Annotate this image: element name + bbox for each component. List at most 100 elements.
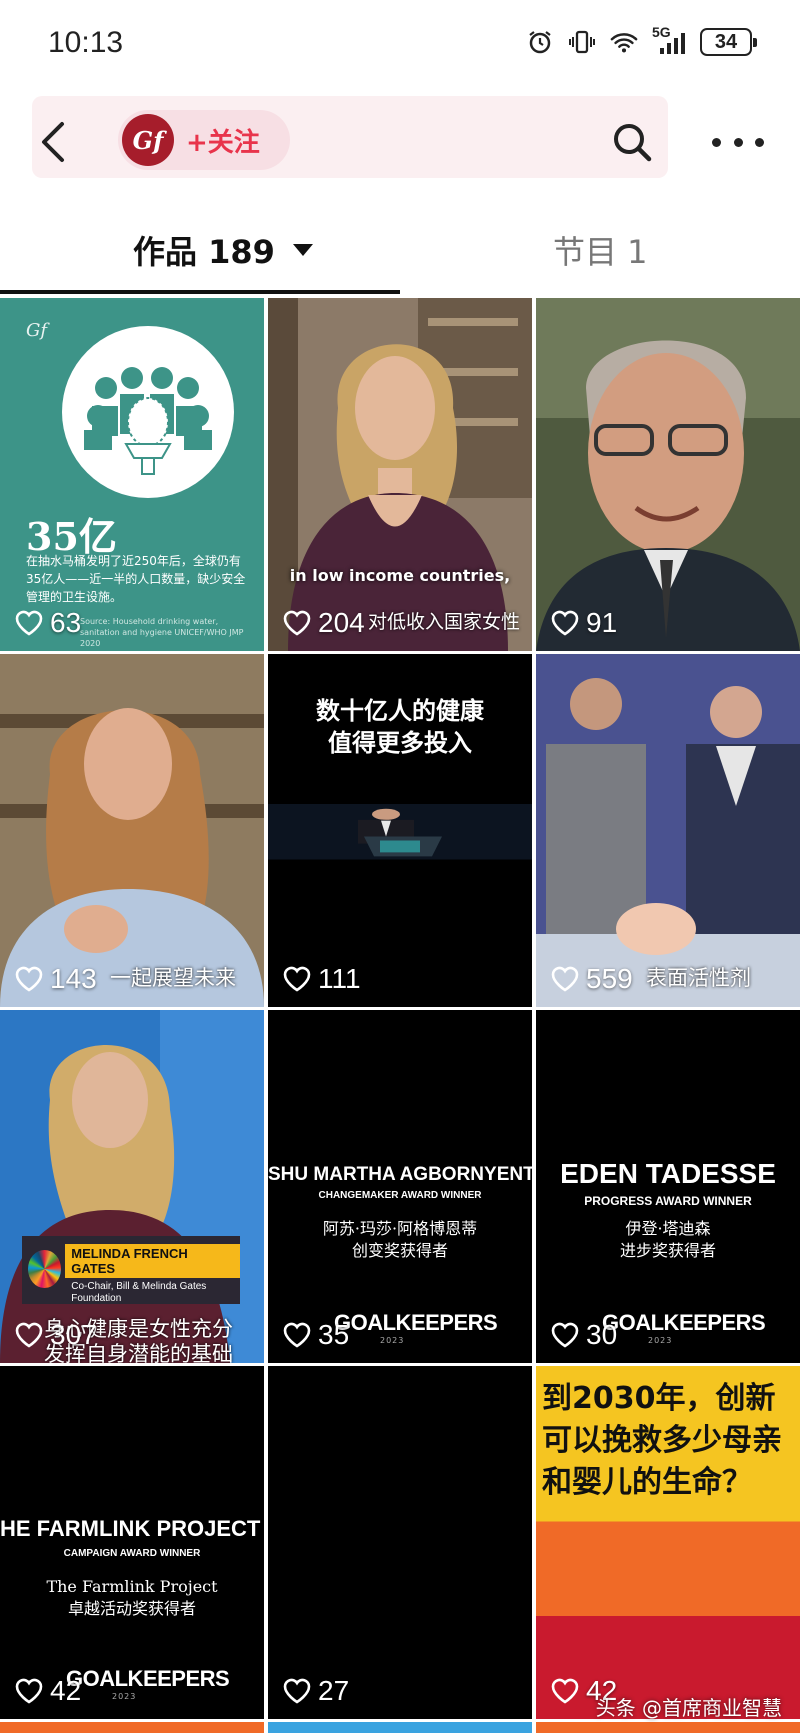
name-card: MELINDA FRENCH GATES Co-Chair, Bill & Me… xyxy=(22,1236,240,1304)
video-thumbnail xyxy=(268,298,532,651)
status-bar: 10:13 5G 34 xyxy=(0,0,800,90)
video-headline: 到2030年，创新 可以挽救多少母亲 和婴儿的生命？ xyxy=(536,1378,800,1504)
video-tile[interactable]: 到2030年，创新 可以挽救多少母亲 和婴儿的生命？ 42 xyxy=(536,1366,800,1719)
like-count: 111 xyxy=(282,963,361,995)
goalkeepers-logo: GOALKEEPERS xyxy=(66,1666,230,1691)
heart-icon xyxy=(15,610,43,636)
heart-icon xyxy=(283,1678,311,1704)
like-count: 559 xyxy=(550,963,633,995)
goalkeepers-year: 2023 xyxy=(380,1336,405,1345)
video-tile[interactable]: MELINDA FRENCH GATES Co-Chair, Bill & Me… xyxy=(0,1010,264,1363)
heart-icon xyxy=(551,610,579,636)
back-arrow-icon xyxy=(42,122,64,162)
heart-icon xyxy=(15,966,43,992)
alarm-icon xyxy=(526,28,554,56)
like-count: 63 xyxy=(14,607,81,639)
more-icon-dot xyxy=(733,137,743,147)
award-name-cn: The Farmlink Project xyxy=(46,1577,218,1596)
award-title-cn: 进步奖获得者 xyxy=(619,1241,716,1260)
tab-programs-label: 节目 1 xyxy=(553,233,648,271)
like-count: 30 xyxy=(550,1319,617,1351)
video-thumbnail xyxy=(268,804,532,860)
wifi-icon xyxy=(610,28,638,56)
more-button[interactable] xyxy=(712,120,764,164)
award-winner-name: SHU MARTHA AGBORNYENT xyxy=(268,1164,532,1185)
video-headline-line1: 到2030年，创新 xyxy=(542,1381,776,1416)
avatar[interactable]: Gf xyxy=(122,114,174,166)
battery-icon: 34 xyxy=(700,28,757,56)
caret-down-icon xyxy=(292,244,313,256)
partial-tile xyxy=(536,1722,800,1733)
award-winner-name: HE FARMLINK PROJECT xyxy=(0,1516,261,1541)
like-count: 35 xyxy=(282,1319,349,1351)
video-headline-line3: 和婴儿的生命？ xyxy=(542,1465,752,1500)
award-title-cn: 卓越活动奖获得者 xyxy=(67,1599,196,1618)
toilet-illustration xyxy=(62,326,234,498)
content-tabs: 作品 189 节目 1 xyxy=(0,215,800,295)
video-thumbnail xyxy=(0,1010,264,1363)
video-tile[interactable]: 表面活性剂 559 xyxy=(536,654,800,1007)
like-count-value: 35 xyxy=(318,1319,350,1350)
video-tile[interactable]: EDEN TADESSE PROGRESS AWARD WINNER 伊登·塔迪… xyxy=(536,1010,800,1363)
video-thumbnail xyxy=(536,654,800,1007)
back-button[interactable] xyxy=(34,118,74,166)
award-winner-name: EDEN TADESSE xyxy=(560,1158,776,1189)
video-thumbnail xyxy=(0,654,264,1007)
video-tile[interactable]: 27 xyxy=(268,1366,532,1719)
partial-tile xyxy=(0,1722,264,1733)
search-button[interactable] xyxy=(610,120,654,164)
award-title: CAMPAIGN AWARD WINNER xyxy=(63,1548,201,1559)
video-tile[interactable]: SHU MARTHA AGBORNYENT CHANGEMAKER AWARD … xyxy=(268,1010,532,1363)
like-count: 143 xyxy=(14,963,97,995)
gf-logo: Gf xyxy=(26,320,48,341)
tab-programs[interactable]: 节目 1 xyxy=(553,215,648,285)
video-tile[interactable]: 91 xyxy=(536,298,800,651)
video-tile[interactable]: in low income countries, 对低收入国家女性 204 xyxy=(268,298,532,651)
heart-icon xyxy=(551,1678,579,1704)
like-count-value: 111 xyxy=(318,963,361,994)
goalkeepers-year: 2023 xyxy=(648,1336,673,1345)
award-name-cn: 阿苏·玛莎·阿格博恩蒂 xyxy=(322,1219,478,1238)
like-count: 91 xyxy=(550,607,617,639)
video-tile[interactable]: 数十亿人的健康 值得更多投入 111 xyxy=(268,654,532,1007)
video-tile[interactable]: Gf 35亿 在抽水马桶发明了近250年后，全球仍有35亿人——近一半的人口数量… xyxy=(0,298,264,651)
video-subtitle-cn: 表面活性剂 xyxy=(646,966,751,990)
video-subtitle-en: in low income countries, xyxy=(289,566,511,585)
heart-icon xyxy=(283,610,311,636)
sdg-wheel-icon xyxy=(28,1250,62,1288)
heart-icon xyxy=(551,1322,579,1348)
status-time: 10:13 xyxy=(48,26,124,59)
more-icon-dot xyxy=(755,137,764,147)
follow-label: +关注 xyxy=(186,127,260,158)
heart-icon xyxy=(283,1322,311,1348)
goalkeepers-logo: GOALKEEPERS xyxy=(602,1310,766,1335)
video-subtitle-cn: 对低收入国家女性 xyxy=(368,611,521,633)
goalkeepers-logo: GOALKEEPERS xyxy=(334,1310,498,1335)
heart-icon xyxy=(15,1322,43,1348)
goalkeepers-year: 2023 xyxy=(112,1692,137,1701)
more-icon xyxy=(712,137,721,147)
vibrate-icon xyxy=(568,28,596,56)
like-count-value: 27 xyxy=(318,1675,350,1706)
video-subtitle-cn: 一起展望未来 xyxy=(110,966,236,990)
video-thumbnail xyxy=(536,298,800,651)
award-title: PROGRESS AWARD WINNER xyxy=(584,1194,752,1208)
follow-button[interactable]: Gf +关注 xyxy=(118,110,290,170)
tile-body-text: 在抽水马桶发明了近250年后，全球仍有35亿人——近一半的人口数量，缺少安全管理… xyxy=(26,554,246,604)
video-tile[interactable]: 一起展望未来 143 xyxy=(0,654,264,1007)
award-title-cn: 创变奖获得者 xyxy=(351,1241,448,1260)
like-count: 204 xyxy=(282,607,365,639)
tab-works[interactable]: 作品 189 xyxy=(133,215,313,285)
like-count-value: 30 xyxy=(586,1319,618,1350)
like-count-value: 559 xyxy=(586,963,633,994)
video-tile[interactable]: HE FARMLINK PROJECT CAMPAIGN AWARD WINNE… xyxy=(0,1366,264,1719)
signal-icon: 5G xyxy=(652,24,686,56)
name-card-role: Co-Chair, Bill & Melinda Gates Foundatio… xyxy=(71,1281,207,1304)
like-count: 27 xyxy=(282,1675,349,1707)
name-card-name: MELINDA FRENCH GATES xyxy=(65,1244,240,1278)
award-name-cn: 伊登·塔迪森 xyxy=(625,1219,711,1238)
like-count-value: 63 xyxy=(50,607,82,638)
profile-header: Gf +关注 xyxy=(0,90,800,200)
heart-icon xyxy=(15,1678,43,1704)
award-title: CHANGEMAKER AWARD WINNER xyxy=(318,1190,482,1201)
